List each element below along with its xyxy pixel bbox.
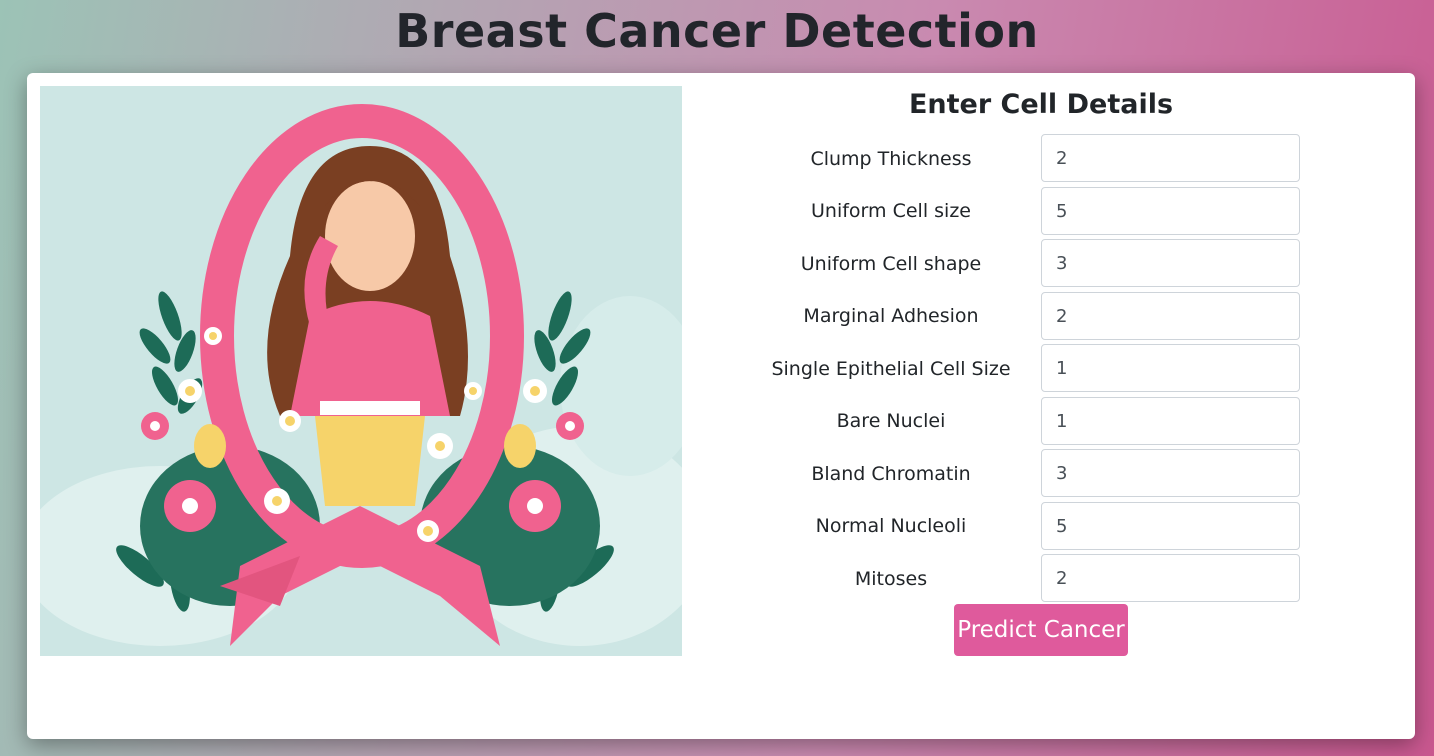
bare-nuclei-input[interactable] [1041, 397, 1300, 445]
marginal-adhesion-input[interactable] [1041, 292, 1300, 340]
bland-chromatin-label: Bland Chromatin [811, 463, 971, 485]
uniform-cell-size-input[interactable] [1041, 187, 1300, 235]
normal-nucleoli-label: Normal Nucleoli [815, 515, 967, 537]
mitoses-label: Mitoses [854, 568, 928, 590]
uniform-cell-shape-label: Uniform Cell shape [800, 253, 982, 275]
single-epithelial-cell-size-label: Single Epithelial Cell Size [771, 358, 1011, 380]
clump-thickness-label: Clump Thickness [810, 148, 972, 170]
pink-ribbon-illustration [40, 86, 682, 656]
mitoses-input[interactable] [1041, 554, 1300, 602]
marginal-adhesion-label: Marginal Adhesion [803, 305, 979, 327]
normal-nucleoli-input[interactable] [1041, 502, 1300, 550]
page-title: Breast Cancer Detection [395, 4, 1039, 58]
uniform-cell-shape-input[interactable] [1041, 239, 1300, 287]
single-epithelial-cell-size-input[interactable] [1041, 344, 1300, 392]
main-card: Enter Cell Details Clump Thickness Unifo… [27, 73, 1415, 739]
clump-thickness-input[interactable] [1041, 134, 1300, 182]
predict-cancer-button[interactable]: Predict Cancer [954, 604, 1128, 656]
uniform-cell-size-label: Uniform Cell size [811, 200, 971, 222]
bare-nuclei-label: Bare Nuclei [836, 410, 946, 432]
form-heading: Enter Cell Details [908, 89, 1174, 120]
bland-chromatin-input[interactable] [1041, 449, 1300, 497]
